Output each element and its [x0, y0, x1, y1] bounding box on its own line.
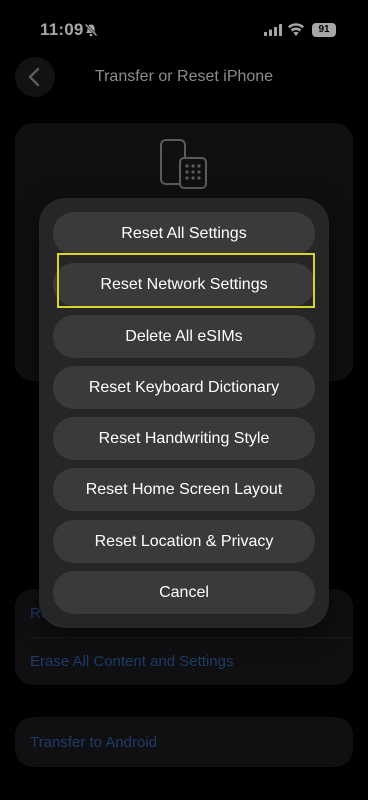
reset-handwriting-style-button[interactable]: Reset Handwriting Style	[53, 417, 315, 460]
reset-location-privacy-button[interactable]: Reset Location & Privacy	[53, 520, 315, 563]
reset-all-settings-button[interactable]: Reset All Settings	[53, 212, 315, 255]
cancel-button[interactable]: Cancel	[53, 571, 315, 614]
highlight-box	[57, 253, 315, 308]
delete-all-esims-button[interactable]: Delete All eSIMs	[53, 315, 315, 358]
reset-keyboard-dictionary-button[interactable]: Reset Keyboard Dictionary	[53, 366, 315, 409]
reset-home-screen-layout-button[interactable]: Reset Home Screen Layout	[53, 468, 315, 511]
